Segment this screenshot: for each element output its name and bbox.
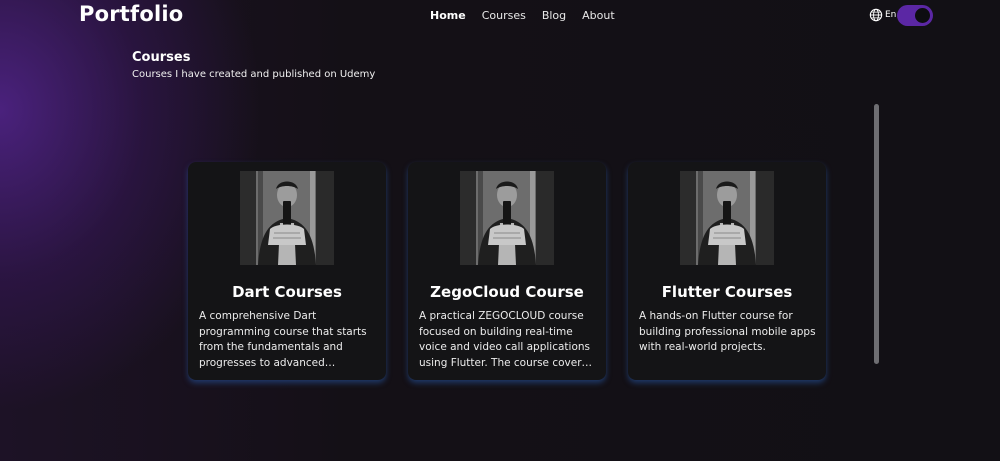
course-card-flutter[interactable]: Flutter Courses A hands-on Flutter cours… xyxy=(628,162,826,380)
course-card-dart[interactable]: Dart Courses A comprehensive Dart progra… xyxy=(188,162,386,380)
course-image xyxy=(460,171,554,265)
course-title: ZegoCloud Course xyxy=(430,283,584,301)
language-label: En xyxy=(885,10,897,20)
vertical-scrollbar[interactable] xyxy=(874,104,879,364)
course-description: A hands-on Flutter course for building p… xyxy=(639,310,816,353)
course-description: A practical ZEGOCLOUD course focused on … xyxy=(419,310,591,369)
nav-courses[interactable]: Courses xyxy=(482,9,526,22)
nav-about[interactable]: About xyxy=(582,9,615,22)
theme-toggle[interactable] xyxy=(897,5,933,26)
brand-logo[interactable]: Portfolio xyxy=(79,2,183,26)
top-navbar: Portfolio Home Courses Blog About En xyxy=(0,0,1000,32)
toggle-knob xyxy=(915,8,930,23)
language-switcher[interactable]: En xyxy=(869,8,896,22)
nav-blog[interactable]: Blog xyxy=(542,9,566,22)
nav-home[interactable]: Home xyxy=(430,9,466,22)
course-cards: Dart Courses A comprehensive Dart progra… xyxy=(188,162,826,380)
nav-links: Home Courses Blog About xyxy=(430,9,615,22)
section-subtitle: Courses I have created and published on … xyxy=(132,69,376,80)
globe-icon xyxy=(869,8,883,22)
course-card-zegocloud[interactable]: ZegoCloud Course A practical ZEGOCLOUD c… xyxy=(408,162,606,380)
course-image xyxy=(240,171,334,265)
course-image xyxy=(680,171,774,265)
course-title: Flutter Courses xyxy=(661,283,793,301)
section-title: Courses xyxy=(132,50,191,65)
course-description: A comprehensive Dart programming course … xyxy=(199,310,367,369)
course-title: Dart Courses xyxy=(232,283,342,301)
